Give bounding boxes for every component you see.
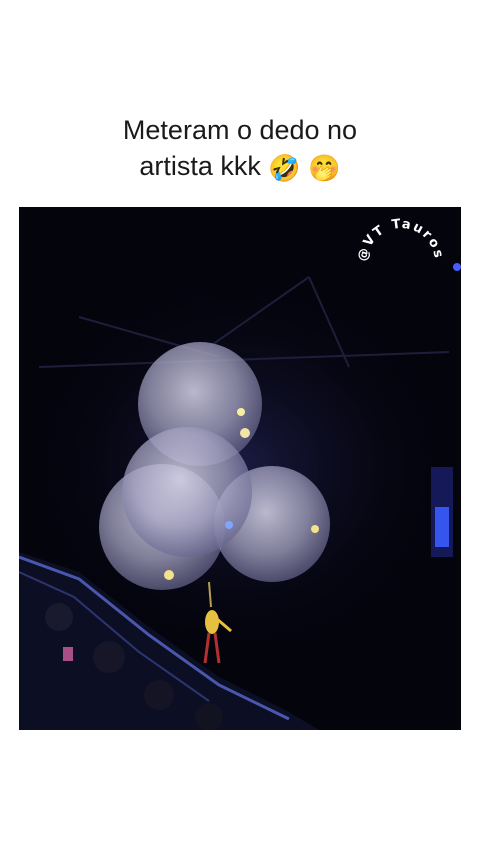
watermark-text: @VT Tauros <box>355 217 444 263</box>
caption: Meteram o dedo no artista kkk 🤣 🤭 <box>0 112 480 187</box>
hand-over-mouth-emoji: 🤭 <box>308 154 341 184</box>
rolling-laughing-emoji: 🤣 <box>268 154 301 184</box>
caption-line-2-text: artista kkk <box>139 151 261 181</box>
watermark-logo: @VT Tauros <box>355 217 446 263</box>
caption-line-1: Meteram o dedo no <box>122 115 358 145</box>
caption-line-2: artista kkk 🤣 🤭 <box>0 148 480 187</box>
video-frame[interactable]: @VT Tauros <box>19 207 461 730</box>
svg-text:@VT Tauros: @VT Tauros <box>355 217 446 263</box>
watermark: @VT Tauros <box>337 207 461 317</box>
